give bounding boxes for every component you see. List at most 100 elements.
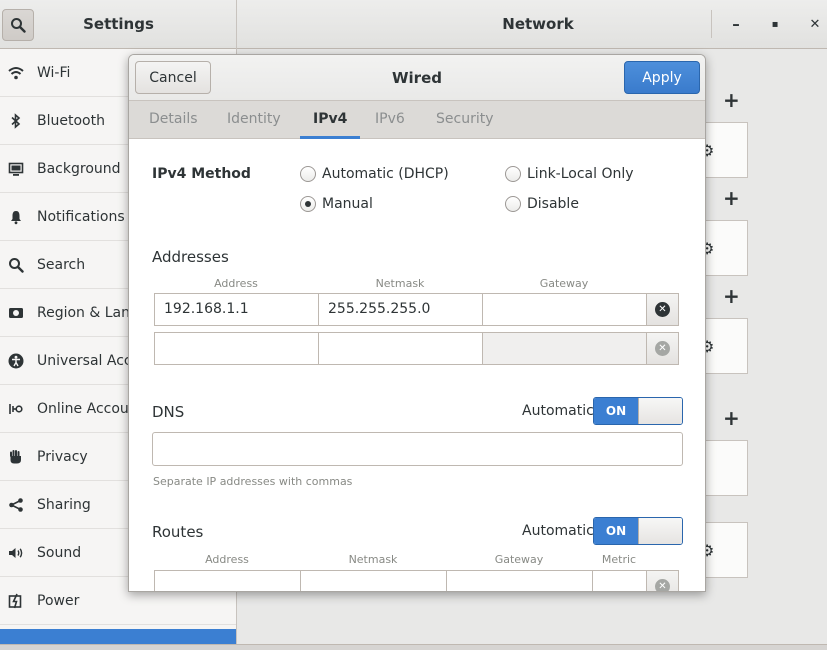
search-icon (11, 18, 26, 33)
close-button[interactable]: ✕ (801, 10, 827, 38)
add-connection-button[interactable]: + (723, 406, 740, 430)
connection-card (700, 440, 748, 496)
column-header-gateway: Gateway (494, 553, 544, 566)
radio-link-local-only[interactable]: Link-Local Only (505, 166, 634, 182)
search-button[interactable] (2, 9, 34, 41)
radio-label: Automatic (DHCP) (322, 166, 449, 182)
minimize-button[interactable]: – (722, 10, 750, 38)
header-separator (711, 10, 712, 38)
delete-address-button[interactable]: ✕ (646, 293, 679, 326)
dns-hint: Separate IP addresses with commas (153, 475, 353, 488)
header-bar: Settings Network – ▪ ✕ (0, 0, 827, 49)
tab-bar: Details Identity IPv4 IPv6 Security (129, 101, 705, 139)
header-left: Settings (0, 0, 237, 49)
radio-label: Link-Local Only (527, 166, 634, 182)
connection-card: ⚙ (700, 220, 748, 276)
sidebar-item-label: Privacy (37, 448, 88, 465)
background-icon (8, 161, 24, 177)
radio-circle[interactable] (505, 196, 521, 212)
routes-automatic-label: Automatic (522, 523, 594, 539)
column-header-metric: Metric (601, 553, 637, 566)
dialog-title: Wired (392, 69, 442, 87)
sidebar-item-label: Background (37, 160, 121, 177)
speaker-icon (8, 545, 24, 561)
radio-circle[interactable] (300, 166, 316, 182)
switch-on-label: ON (594, 398, 638, 424)
delete-address-button: ✕ (646, 332, 679, 365)
netmask-field[interactable]: 255.255.255.0 (318, 293, 483, 326)
dns-input[interactable] (152, 432, 683, 466)
connection-card: ⚙ (700, 522, 748, 578)
settings-title: Settings (83, 15, 154, 33)
bottom-bar (0, 644, 827, 650)
sidebar-item-label: Sharing (37, 496, 91, 513)
route-metric-field[interactable] (592, 570, 647, 591)
wired-dialog: Cancel Wired Apply Details Identity IPv4… (128, 54, 706, 592)
hand-icon (8, 449, 24, 465)
radio-manual[interactable]: Manual (300, 196, 373, 212)
share-icon (8, 497, 24, 513)
connection-card: ⚙ (700, 318, 748, 374)
dns-title: DNS (152, 403, 185, 421)
dialog-header: Cancel Wired Apply (129, 55, 705, 101)
region-icon (8, 305, 24, 321)
switch-knob[interactable] (638, 398, 682, 424)
radio-circle-selected[interactable] (300, 196, 316, 212)
tab-ipv4[interactable]: IPv4 (300, 101, 361, 139)
address-field[interactable]: 192.168.1.1 (154, 293, 319, 326)
accessibility-icon (8, 353, 24, 369)
route-address-field[interactable] (154, 570, 301, 591)
address-field[interactable] (154, 332, 319, 365)
tab-details[interactable]: Details (149, 101, 198, 139)
sidebar-item-label: Power (37, 592, 80, 609)
addresses-title: Addresses (152, 248, 229, 266)
column-header-address: Address (205, 553, 249, 566)
column-header-netmask: Netmask (375, 277, 425, 290)
tab-security[interactable]: Security (436, 101, 494, 139)
radio-automatic-dhcp[interactable]: Automatic (DHCP) (300, 166, 449, 182)
radio-disable[interactable]: Disable (505, 196, 579, 212)
gateway-field[interactable] (482, 293, 647, 326)
close-icon: ✕ (655, 341, 670, 356)
search-icon (8, 257, 24, 273)
dns-automatic-label: Automatic (522, 403, 594, 419)
ipv4-content: IPv4 Method Automatic (DHCP) Link-Local … (129, 139, 705, 591)
bell-icon (8, 209, 24, 225)
gateway-field (482, 332, 647, 365)
tab-ipv6[interactable]: IPv6 (375, 101, 405, 139)
radio-label: Disable (527, 196, 579, 212)
route-netmask-field[interactable] (300, 570, 447, 591)
add-connection-button[interactable]: + (723, 186, 740, 210)
switch-on-label: ON (594, 518, 638, 544)
add-connection-button[interactable]: + (723, 88, 740, 112)
close-icon: ✕ (655, 302, 670, 317)
delete-route-button: ✕ (646, 570, 679, 591)
netmask-field[interactable] (318, 332, 483, 365)
dns-automatic-switch[interactable]: ON (593, 397, 683, 425)
sidebar-item-label: Notifications (37, 208, 125, 225)
routes-title: Routes (152, 523, 204, 541)
route-gateway-field[interactable] (446, 570, 593, 591)
tab-identity[interactable]: Identity (227, 101, 281, 139)
routes-automatic-switch[interactable]: ON (593, 517, 683, 545)
switch-knob[interactable] (638, 518, 682, 544)
wifi-icon (8, 65, 24, 81)
sidebar-item-label: Search (37, 256, 86, 273)
apply-button[interactable]: Apply (624, 61, 700, 94)
sidebar-item-label: Wi-Fi (37, 64, 71, 81)
radio-circle[interactable] (505, 166, 521, 182)
maximize-button[interactable]: ▪ (761, 10, 789, 38)
cancel-button[interactable]: Cancel (135, 61, 211, 94)
bluetooth-icon (8, 112, 24, 129)
close-icon: ✕ (655, 579, 670, 591)
power-icon (8, 593, 24, 609)
column-header-netmask: Netmask (348, 553, 398, 566)
online-accounts-icon (8, 401, 24, 417)
radio-label: Manual (322, 196, 373, 212)
ipv4-method-label: IPv4 Method (152, 166, 251, 182)
column-header-address: Address (214, 277, 258, 290)
sidebar-item-label: Sound (37, 544, 82, 561)
sidebar-item-label: Bluetooth (37, 112, 105, 129)
column-header-gateway: Gateway (539, 277, 589, 290)
add-connection-button[interactable]: + (723, 284, 740, 308)
